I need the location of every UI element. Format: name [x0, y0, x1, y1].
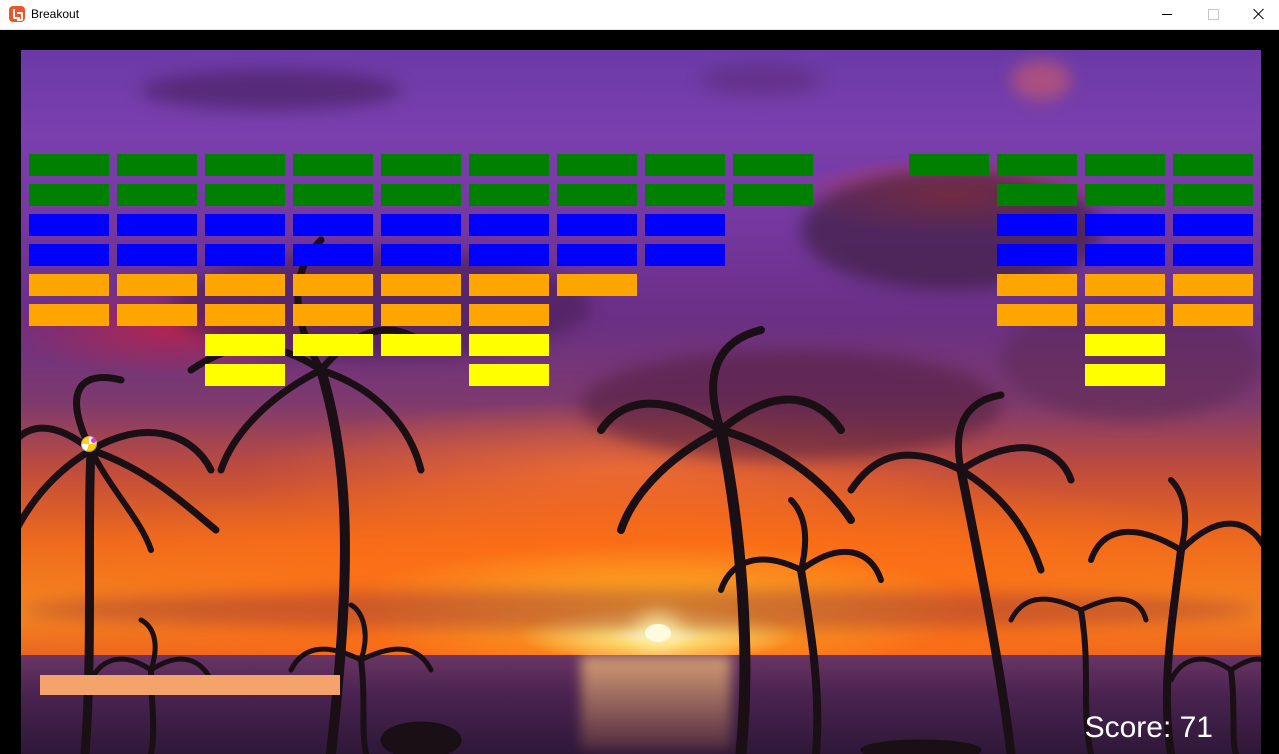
- brick-blue: [205, 214, 285, 236]
- brick-blue: [117, 244, 197, 266]
- brick-green: [997, 184, 1077, 206]
- brick-blue: [645, 214, 725, 236]
- brick-orange: [469, 274, 549, 296]
- brick-yellow: [293, 334, 373, 356]
- score-display: Score: 71: [1084, 711, 1213, 744]
- brick-blue: [205, 244, 285, 266]
- brick-orange: [29, 274, 109, 296]
- brick-blue: [997, 244, 1077, 266]
- maximize-icon: [1208, 9, 1219, 20]
- brick-green: [733, 184, 813, 206]
- brick-green: [997, 154, 1077, 176]
- brick-yellow: [205, 334, 285, 356]
- brick-green: [205, 184, 285, 206]
- brick-orange: [205, 304, 285, 326]
- paddle[interactable]: [40, 675, 340, 695]
- brick-green: [381, 184, 461, 206]
- brick-green: [733, 154, 813, 176]
- brick-yellow: [469, 364, 549, 386]
- brick-blue: [117, 214, 197, 236]
- window-title: Breakout: [31, 7, 80, 21]
- brick-green: [909, 154, 989, 176]
- brick-green: [29, 154, 109, 176]
- brick-green: [381, 154, 461, 176]
- brick-blue: [469, 244, 549, 266]
- brick-yellow: [1085, 334, 1165, 356]
- ball: [81, 436, 97, 452]
- brick-orange: [293, 274, 373, 296]
- brick-orange: [997, 304, 1077, 326]
- brick-blue: [381, 214, 461, 236]
- brick-orange: [381, 304, 461, 326]
- brick-green: [1085, 154, 1165, 176]
- brick-orange: [29, 304, 109, 326]
- brick-blue: [997, 214, 1077, 236]
- brick-blue: [557, 244, 637, 266]
- brick-blue: [293, 244, 373, 266]
- brick-blue: [1085, 214, 1165, 236]
- brick-blue: [29, 244, 109, 266]
- game-window: Breakout Score: 71: [0, 0, 1279, 754]
- brick-yellow: [469, 334, 549, 356]
- brick-green: [645, 154, 725, 176]
- brick-orange: [381, 274, 461, 296]
- brick-orange: [1173, 304, 1253, 326]
- maximize-button[interactable]: [1190, 0, 1236, 29]
- brick-green: [293, 184, 373, 206]
- monogame-icon: [9, 6, 25, 22]
- brick-green: [1173, 184, 1253, 206]
- brick-orange: [205, 274, 285, 296]
- brick-blue: [1085, 244, 1165, 266]
- brick-orange: [117, 304, 197, 326]
- brick-blue: [469, 214, 549, 236]
- brick-green: [29, 184, 109, 206]
- brick-orange: [1085, 304, 1165, 326]
- brick-green: [205, 154, 285, 176]
- brick-green: [557, 184, 637, 206]
- brick-blue: [645, 244, 725, 266]
- brick-orange: [1173, 274, 1253, 296]
- brick-yellow: [381, 334, 461, 356]
- brick-orange: [293, 304, 373, 326]
- brick-green: [645, 184, 725, 206]
- close-button[interactable]: [1236, 0, 1279, 29]
- brick-green: [557, 154, 637, 176]
- brick-blue: [1173, 214, 1253, 236]
- brick-green: [1085, 184, 1165, 206]
- brick-green: [293, 154, 373, 176]
- close-icon: [1253, 8, 1265, 20]
- brick-green: [469, 184, 549, 206]
- brick-orange: [117, 274, 197, 296]
- brick-blue: [557, 214, 637, 236]
- title-bar[interactable]: Breakout: [0, 0, 1279, 30]
- minimize-icon: [1162, 14, 1172, 15]
- game-canvas[interactable]: Score: 71: [21, 50, 1261, 754]
- brick-green: [117, 154, 197, 176]
- brick-blue: [293, 214, 373, 236]
- brick-yellow: [205, 364, 285, 386]
- minimize-button[interactable]: [1144, 0, 1190, 29]
- brick-orange: [997, 274, 1077, 296]
- brick-yellow: [1085, 364, 1165, 386]
- brick-green: [117, 184, 197, 206]
- brick-orange: [469, 304, 549, 326]
- brick-green: [469, 154, 549, 176]
- brick-orange: [557, 274, 637, 296]
- brick-blue: [1173, 244, 1253, 266]
- brick-blue: [29, 214, 109, 236]
- brick-blue: [381, 244, 461, 266]
- brick-orange: [1085, 274, 1165, 296]
- brick-green: [1173, 154, 1253, 176]
